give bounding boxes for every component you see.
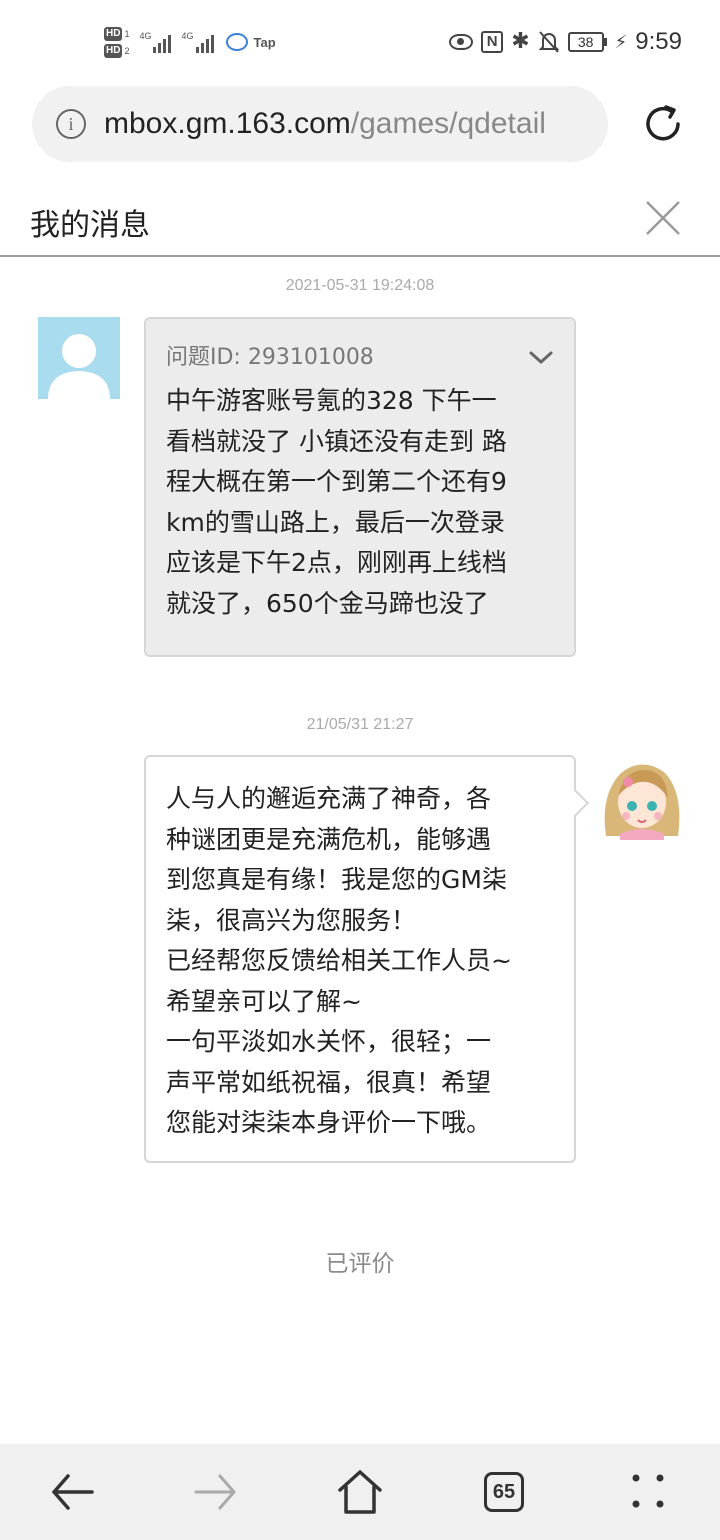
sim2-number: 2 bbox=[124, 45, 130, 56]
url-text[interactable]: mbox.gm.163.com/games/qdetail bbox=[104, 107, 546, 141]
network-2-label: 4G bbox=[181, 31, 194, 41]
gm-reply-bubble: 人与人的邂逅充满了神奇，各 种谜团更是充满危机，能够遇 到您真是有缘！我是您的G… bbox=[144, 755, 576, 1163]
info-icon[interactable]: i bbox=[56, 109, 86, 139]
more-menu-icon[interactable] bbox=[622, 1466, 674, 1518]
home-icon[interactable] bbox=[334, 1466, 386, 1518]
chevron-down-icon[interactable] bbox=[528, 349, 554, 367]
taptap-label: Tap bbox=[253, 34, 276, 50]
reply-line: 声平常如纸祝福，很真！希望 bbox=[166, 1067, 492, 1097]
address-bar[interactable]: i mbox.gm.163.com/games/qdetail bbox=[32, 86, 608, 162]
status-bar: HD 1 HD 2 4G 4G Tap N ✱ 38 ⚡ 9:59 bbox=[0, 0, 720, 84]
reply-line: 到您真是有缘！我是您的GM柒 bbox=[166, 865, 507, 894]
taptap-icon bbox=[225, 33, 248, 51]
forward-arrow-icon[interactable] bbox=[190, 1466, 242, 1518]
reply-line: 已经帮您反馈给相关工作人员~ bbox=[166, 946, 512, 975]
gm-avatar bbox=[604, 764, 680, 840]
message-line: 中午游客账号氪的328 下午一 bbox=[166, 386, 497, 415]
reply-timestamp: 21/05/31 21:27 bbox=[306, 716, 414, 733]
reply-line: 种谜团更是充满危机，能够遇 bbox=[166, 824, 492, 854]
sim2-hd-badge: HD bbox=[104, 43, 123, 58]
question-header[interactable]: 问题ID: 293101008 bbox=[166, 339, 554, 377]
close-icon[interactable] bbox=[644, 199, 682, 237]
page-title: 我的消息 bbox=[30, 208, 150, 243]
status-left: HD 1 HD 2 4G 4G Tap bbox=[104, 20, 276, 64]
user-message-bubble: 问题ID: 293101008 中午游客账号氪的328 下午一 看档就没了 小镇… bbox=[144, 317, 576, 657]
status-right: N ✱ 38 ⚡ 9:59 bbox=[449, 26, 682, 58]
person-icon bbox=[48, 334, 110, 399]
url-path: /games/qdetail bbox=[350, 107, 546, 140]
tabs-button[interactable]: 65 bbox=[484, 1472, 524, 1512]
sim1-hd-badge: HD bbox=[104, 26, 123, 41]
sim1-number: 1 bbox=[124, 28, 130, 39]
page-header: 我的消息 bbox=[0, 182, 720, 257]
sim-indicators: HD 1 HD 2 bbox=[104, 26, 130, 58]
eye-icon bbox=[449, 34, 474, 50]
signal-2-icon: 4G bbox=[181, 31, 214, 53]
url-host: mbox.gm.163.com bbox=[104, 107, 351, 140]
bell-off-icon bbox=[538, 31, 560, 53]
message-line: 看档就没了 小镇还没有走到 路 bbox=[166, 426, 507, 456]
bottom-nav bbox=[0, 1444, 720, 1540]
message-line: km的雪山路上，最后一次登录 bbox=[166, 507, 505, 537]
message-line: 就没了，650个金马蹄也没了 bbox=[166, 588, 489, 618]
user-avatar bbox=[38, 317, 120, 399]
reply-line: 柒，很高兴为您服务！ bbox=[166, 905, 417, 935]
battery-level: 38 bbox=[567, 32, 604, 52]
reply-line: 人与人的邂逅充满了神奇，各 bbox=[166, 784, 492, 813]
bluetooth-icon: ✱ bbox=[511, 29, 530, 54]
reply-line: 希望亲可以了解~ bbox=[166, 986, 362, 1016]
clock: 9:59 bbox=[635, 28, 682, 55]
question-id: 问题ID: 293101008 bbox=[166, 344, 374, 370]
reply-line: 您能对柒柒本身评价一下哦。 bbox=[166, 1108, 492, 1137]
message-line: 程大概在第一个到第二个还有9 bbox=[166, 467, 507, 496]
back-arrow-icon[interactable] bbox=[46, 1466, 98, 1518]
message-timestamp: 2021-05-31 19:24:08 bbox=[285, 277, 435, 294]
nfc-icon: N bbox=[481, 31, 504, 53]
network-1-label: 4G bbox=[139, 31, 152, 41]
reload-icon[interactable] bbox=[640, 101, 686, 147]
message-line: 应该是下午2点，刚刚再上线档 bbox=[166, 548, 507, 577]
reply-line: 一句平淡如水关怀，很轻；一 bbox=[166, 1027, 492, 1056]
signal-1-icon: 4G bbox=[139, 31, 172, 53]
charging-icon: ⚡ bbox=[614, 31, 628, 53]
battery-icon: 38 bbox=[567, 32, 607, 52]
rating-status: 已评价 bbox=[325, 1251, 395, 1277]
